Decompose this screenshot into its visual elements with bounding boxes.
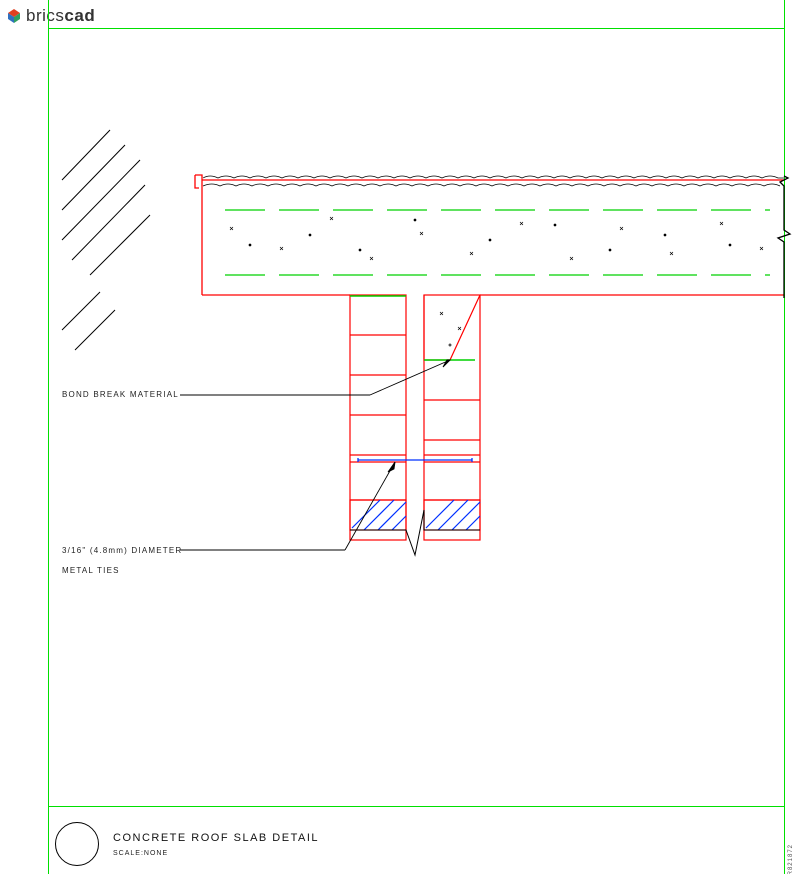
drawing-title: CONCRETE ROOF SLAB DETAIL	[113, 832, 319, 844]
drawing-scale: SCALE:NONE	[113, 850, 319, 857]
drawing-number: TR821872	[788, 844, 794, 874]
break-line-bottom	[350, 510, 480, 555]
brick-wall	[350, 295, 480, 540]
detail-marker-circle	[55, 822, 99, 866]
slab-outline	[195, 175, 790, 298]
cad-drawing	[0, 0, 800, 874]
label-metal-ties-1: 3/16" (4.8mm) DIAMETER	[62, 546, 182, 555]
gravel-topping	[203, 176, 784, 186]
concrete-stipple	[230, 217, 763, 260]
cad-drawing-page: { "app": { "name_prefix": "brics", "name…	[0, 0, 800, 874]
label-metal-ties-2: METAL TIES	[62, 566, 120, 575]
label-bond-break: BOND BREAK MATERIAL	[62, 390, 179, 399]
rebar	[225, 210, 770, 275]
leader-bond-break	[180, 360, 450, 395]
title-block: CONCRETE ROOF SLAB DETAIL SCALE:NONE	[55, 822, 319, 866]
leader-metal-ties	[180, 462, 395, 550]
hatch-left	[62, 130, 150, 350]
section-hatch	[350, 500, 480, 530]
